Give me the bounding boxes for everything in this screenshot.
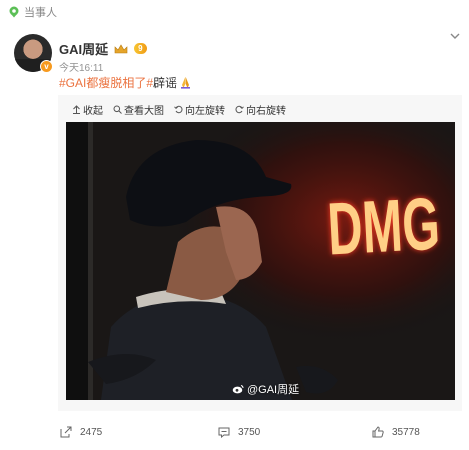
collapse-button[interactable]: 收起 — [72, 102, 103, 117]
rotate-left-label: 向左旋转 — [185, 106, 225, 117]
arrow-up-icon — [73, 105, 80, 114]
repost-button[interactable]: 2475 — [60, 426, 102, 438]
image-toolbar: 收起 查看大图 向左旋转 向右旋转 — [72, 102, 286, 117]
photo-watermark: @GAI周延 — [232, 381, 299, 397]
comment-button[interactable]: 3750 — [218, 426, 260, 438]
photo-scene: DMG DMG — [66, 122, 455, 400]
comment-count: 3750 — [238, 426, 261, 438]
media-card: 收起 查看大图 向左旋转 向右旋转 DMG DMG @GAI周延 — [58, 95, 462, 411]
like-count: 35778 — [392, 426, 420, 438]
hashtag-link[interactable]: #GAI都瘦脱相了# — [59, 74, 153, 91]
topic-tag[interactable]: 当事人 — [8, 4, 57, 20]
post-photo[interactable]: DMG DMG @GAI周延 — [66, 122, 455, 400]
author-row: GAI周延 9 — [59, 39, 147, 58]
view-large-button[interactable]: 查看大图 — [113, 102, 164, 117]
post-time[interactable]: 今天16:11 — [59, 59, 103, 74]
weibo-logo-icon — [232, 385, 244, 394]
rotate-right-icon — [235, 105, 244, 114]
location-pin-icon — [9, 6, 19, 18]
author-name[interactable]: GAI周延 — [59, 39, 108, 58]
chevron-down-icon[interactable] — [449, 30, 461, 42]
view-large-label: 查看大图 — [124, 106, 164, 117]
repost-count: 2475 — [80, 426, 103, 438]
rotate-left-button[interactable]: 向左旋转 — [174, 102, 225, 117]
praying-hands-icon — [181, 77, 191, 89]
topic-tag-label: 当事人 — [24, 7, 57, 19]
post-text-plain: 辟谣 — [153, 76, 178, 90]
collapse-label: 收起 — [83, 106, 103, 117]
verified-badge-icon: v — [40, 60, 53, 73]
magnifier-icon — [113, 105, 122, 114]
thumbs-up-icon — [372, 426, 384, 438]
share-icon — [60, 426, 72, 438]
comment-icon — [218, 427, 230, 438]
rotate-right-label: 向右旋转 — [246, 106, 286, 117]
post-text: #GAI都瘦脱相了# 辟谣 — [59, 74, 192, 91]
level-badge: 9 — [134, 43, 147, 54]
svg-text:DMG: DMG — [326, 182, 442, 271]
action-bar: 2475 3750 35778 — [0, 426, 469, 446]
rotate-left-icon — [174, 105, 183, 114]
watermark-text: @GAI周延 — [247, 384, 300, 396]
neon-sign: DMG DMG — [326, 182, 442, 271]
like-button[interactable]: 35778 — [372, 426, 420, 438]
rotate-right-button[interactable]: 向右旋转 — [235, 102, 286, 117]
crown-icon — [114, 43, 128, 53]
